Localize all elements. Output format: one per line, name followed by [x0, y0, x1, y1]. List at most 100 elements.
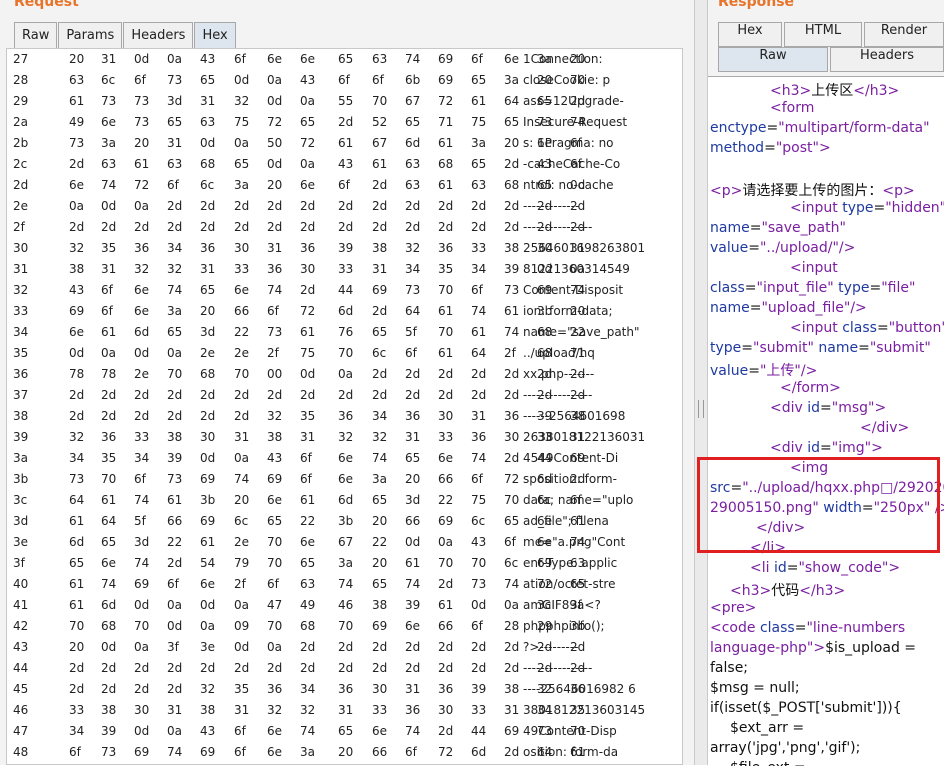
hex-byte[interactable]: 70 — [267, 619, 282, 633]
hex-byte[interactable]: 44 — [471, 724, 486, 738]
hex-row[interactable]: 44 2d 2d 2d 2d 2d 2d 2d 2d 2d 2d 2d 2d 2d 2d 2d 2d ------… — [7, 657, 682, 678]
hex-byte[interactable]: 0a — [200, 619, 215, 633]
hex-byte[interactable]: 2d — [504, 661, 519, 675]
hex-byte[interactable]: 38 — [167, 430, 182, 444]
hex-byte[interactable]: 2d — [372, 661, 387, 675]
hex-byte[interactable]: 0a — [234, 136, 249, 150]
hex-byte[interactable]: 30 — [200, 430, 215, 444]
hex-byte[interactable]: 65 — [405, 451, 420, 465]
hex-byte[interactable]: 61 — [69, 577, 84, 591]
hex-byte[interactable]: 2d — [438, 577, 453, 591]
hex-byte[interactable]: 6f — [267, 577, 279, 591]
hex-byte[interactable]: 0a — [167, 598, 182, 612]
hex-byte[interactable]: 6d — [338, 304, 353, 318]
hex-row[interactable]: 48 6f 73 69 74 69 6f 6e 3a 20 66 6f 72 6d 2d 64 61 ositio… — [7, 741, 682, 762]
hex-byte[interactable]: 31 — [405, 682, 420, 696]
hex-byte[interactable]: 39 — [101, 724, 116, 738]
hex-byte[interactable]: 54 — [200, 556, 215, 570]
hex-byte[interactable]: 73 — [504, 283, 519, 297]
hex-byte[interactable]: 22 — [167, 535, 182, 549]
hex-byte[interactable]: 2d — [69, 220, 84, 234]
hex-byte[interactable]: 69 — [69, 304, 84, 318]
hex-byte[interactable]: 28 — [504, 619, 519, 633]
hex-byte[interactable]: 35 — [438, 262, 453, 276]
hex-byte[interactable]: 0d — [134, 346, 149, 360]
hex-byte[interactable]: 61 — [438, 304, 453, 318]
hex-byte[interactable]: 73 — [167, 472, 182, 486]
hex-byte[interactable]: 74 — [471, 304, 486, 318]
hex-byte[interactable]: 66 — [234, 304, 249, 318]
hex-byte[interactable]: 34 — [167, 241, 182, 255]
hex-byte[interactable]: 20 — [69, 640, 84, 654]
hex-byte[interactable]: 61 — [134, 157, 149, 171]
tab-headers[interactable]: Headers — [123, 22, 194, 48]
hex-byte[interactable]: 6f — [101, 304, 113, 318]
hex-byte[interactable]: 2d — [405, 199, 420, 213]
hex-byte[interactable]: 74 — [300, 724, 315, 738]
hex-byte[interactable]: 43 — [471, 535, 486, 549]
hex-byte[interactable]: 3a — [300, 745, 315, 759]
hex-byte[interactable]: 74 — [101, 178, 116, 192]
hex-row[interactable]: 2f 2d 2d 2d 2d 2d 2d 2d 2d 2d 2d 2d 2d 2d 2d 2d 2d ------… — [7, 216, 682, 237]
hex-byte[interactable]: 2d — [471, 388, 486, 402]
hex-byte[interactable]: 73 — [69, 472, 84, 486]
hex-byte[interactable]: 6e — [405, 619, 420, 633]
hex-byte[interactable]: 72 — [300, 304, 315, 318]
hex-byte[interactable]: 6f — [338, 73, 350, 87]
hex-byte[interactable]: 6b — [405, 73, 420, 87]
hex-byte[interactable]: 61 — [69, 94, 84, 108]
hex-byte[interactable]: 33 — [69, 703, 84, 717]
hex-byte[interactable]: 73 — [134, 94, 149, 108]
hex-byte[interactable]: 20 — [372, 556, 387, 570]
hex-byte[interactable]: 0a — [300, 94, 315, 108]
hex-byte[interactable]: 6e — [300, 52, 315, 66]
hex-byte[interactable]: 72 — [300, 136, 315, 150]
hex-byte[interactable]: 36 — [300, 241, 315, 255]
hex-byte[interactable]: 6f — [405, 346, 417, 360]
hex-byte[interactable]: 3a — [167, 304, 182, 318]
hex-byte[interactable]: 2d — [134, 388, 149, 402]
hex-byte[interactable]: 61 — [438, 346, 453, 360]
hex-byte[interactable]: 63 — [471, 178, 486, 192]
hex-row[interactable]: 35 0d 0a 0d 0a 2e 2e 2f 75 70 6c 6f 61 64 2f 68 71 ../upl… — [7, 342, 682, 363]
hex-byte[interactable]: 70 — [134, 619, 149, 633]
hex-byte[interactable]: 66 — [438, 619, 453, 633]
hex-byte[interactable]: 70 — [267, 556, 282, 570]
hex-byte[interactable]: 38 — [267, 430, 282, 444]
hex-byte[interactable]: 30 — [372, 682, 387, 696]
hex-byte[interactable]: 3a — [504, 73, 519, 87]
hex-byte[interactable]: 66 — [438, 472, 453, 486]
hex-byte[interactable]: 35 — [101, 451, 116, 465]
hex-byte[interactable]: 69 — [438, 73, 453, 87]
hex-byte[interactable]: 70 — [438, 556, 453, 570]
hex-byte[interactable]: 2e — [234, 535, 249, 549]
hex-byte[interactable]: 6f — [267, 304, 279, 318]
tab-render[interactable]: Render — [864, 22, 944, 47]
hex-byte[interactable]: 30 — [134, 703, 149, 717]
hex-byte[interactable]: 2d — [267, 661, 282, 675]
hex-byte[interactable]: 2d — [300, 283, 315, 297]
hex-byte[interactable]: 73 — [69, 136, 84, 150]
hex-byte[interactable]: 20 — [200, 304, 215, 318]
hex-byte[interactable]: 20 — [372, 514, 387, 528]
hex-byte[interactable]: 70 — [471, 556, 486, 570]
hex-byte[interactable]: 0d — [167, 619, 182, 633]
hex-byte[interactable]: 2d — [167, 388, 182, 402]
hex-byte[interactable]: 38 — [200, 703, 215, 717]
hex-byte[interactable]: 6f — [504, 535, 516, 549]
hex-byte[interactable]: 65 — [405, 115, 420, 129]
hex-row[interactable]: 32 43 6f 6e 74 65 6e 74 2d 44 69 73 70 6f 73 69 74 Conten… — [7, 279, 682, 300]
hex-byte[interactable]: 6c — [101, 73, 115, 87]
hex-byte[interactable]: 61 — [101, 493, 116, 507]
hex-byte[interactable]: 32 — [372, 430, 387, 444]
hex-byte[interactable]: 2e — [200, 346, 215, 360]
hex-byte[interactable]: 0d — [200, 136, 215, 150]
hex-byte[interactable]: 3d — [134, 535, 149, 549]
hex-byte[interactable]: 33 — [471, 241, 486, 255]
hex-byte[interactable]: 5f — [405, 325, 417, 339]
hex-byte[interactable]: 0a — [267, 640, 282, 654]
hex-byte[interactable]: 39 — [338, 241, 353, 255]
hex-byte[interactable]: 31 — [101, 262, 116, 276]
hex-byte[interactable]: 2d — [504, 388, 519, 402]
hex-byte[interactable]: 34 — [405, 262, 420, 276]
